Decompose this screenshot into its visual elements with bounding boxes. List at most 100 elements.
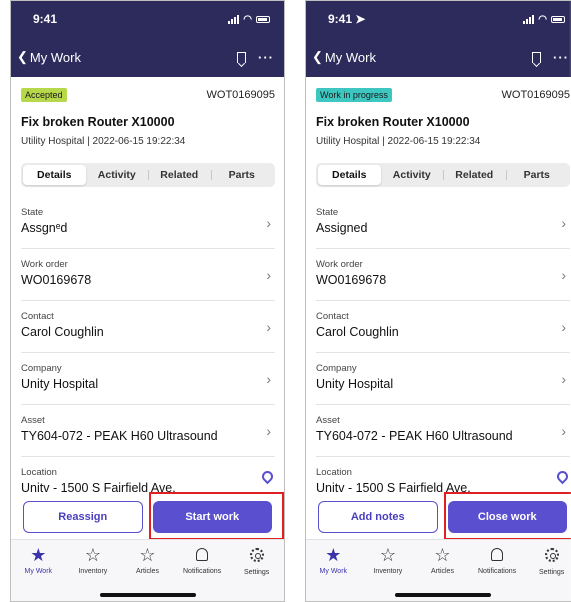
tab-related[interactable]: Related [148,165,211,185]
field-contact[interactable]: Contact Carol Coughlin › [21,301,275,353]
home-indicator [99,593,196,597]
status-row: Work in progress WOT0169095 [316,87,570,103]
back-label: My Work [29,49,81,65]
work-order-number: WOT0169095 [206,89,275,101]
back-button[interactable]: ❮ My Work [17,49,81,65]
page-title: Fix broken Router X10000 [316,115,470,129]
star-filled-icon: ★ [325,545,342,565]
tabbar-label: Articles [136,568,159,575]
start-work-button[interactable]: Start work [152,501,272,533]
field-contact[interactable]: Contact Carol Coughlin › [316,301,570,353]
chevron-left-icon: ❮ [312,49,323,64]
field-company[interactable]: Company Unity Hospital › [316,353,570,405]
field-state[interactable]: State Assgnᵉd › [21,197,275,249]
nav-bar: ❮ My Work ··· [306,37,571,77]
tabbar-item-settings[interactable]: Settings [229,540,284,601]
chevron-right-icon: › [266,215,271,231]
chevron-right-icon: › [266,267,271,283]
chevron-right-icon: › [561,215,566,231]
detail-content: Work in progress WOT0169095 Fix broken R… [306,77,571,509]
status-badge: Work in progress [316,88,392,102]
status-badge: Accepted [21,88,67,102]
bookmark-icon[interactable] [532,51,541,63]
chevron-right-icon: › [561,319,566,335]
field-label: Work order [316,259,363,270]
tabbar-label: Articles [431,568,454,575]
field-label: State [316,207,339,218]
action-bar: Reassign Start work [11,495,284,539]
bottom-tab-bar: ★ My Work ☆ Inventory ☆ Articles Notific… [11,539,284,601]
tabbar-item-my-work[interactable]: ★ My Work [306,540,361,601]
field-value: Carol Coughlin [21,325,104,339]
tabbar-label: Settings [539,569,565,576]
field-list: State Assigned › Work order WO0169678 › … [316,197,571,509]
app-header: 9:41 ➤ ◠ ❮ My Work ··· [306,1,571,77]
close-work-button[interactable]: Close work [447,501,567,533]
field-state[interactable]: State Assigned › [316,197,570,249]
tab-details[interactable]: Details [318,165,381,185]
star-outline-icon: ☆ [434,545,451,565]
tab-activity[interactable]: Activity [381,165,444,185]
field-value: Assgnᵉd [21,221,68,235]
field-value: Unitv - 1500 S Fairfield Ave. [316,481,471,495]
field-value: Carol Coughlin [316,325,399,339]
chevron-right-icon: › [266,423,271,439]
tabbar-label: Settings [244,569,270,576]
field-label: Work order [21,259,68,270]
field-list: State Assgnᵉd › Work order WO0169678 › C… [21,197,276,509]
field-company[interactable]: Company Unity Hospital › [21,353,275,405]
field-asset[interactable]: Asset TY604-072 - PEAK H60 Ultrasound › [316,405,570,457]
bookmark-icon[interactable] [237,51,246,63]
star-outline-icon: ☆ [139,545,156,565]
location-arrow-icon: ➤ [355,12,366,26]
signal-icon [523,14,535,24]
add-notes-button[interactable]: Add notes [318,501,438,533]
stage: 9:41 ◠ ❮ My Work ··· Accepted WOT0169095… [0,0,571,602]
chevron-right-icon: › [266,319,271,335]
field-value: WO0169678 [316,273,387,287]
page-subtitle: Utility Hospital | 2022-06-15 19:22:34 [316,136,481,147]
page-subtitle: Utility Hospital | 2022-06-15 19:22:34 [21,136,186,147]
tab-activity[interactable]: Activity [86,165,149,185]
app-header: 9:41 ◠ ❮ My Work ··· [11,1,284,77]
back-label: My Work [324,49,376,65]
action-bar: Add notes Close work [306,495,571,539]
tabbar-item-settings[interactable]: Settings [524,540,571,601]
field-label: Contact [316,311,349,322]
tabbar-label: My Work [24,568,53,575]
field-asset[interactable]: Asset TY604-072 - PEAK H60 Ultrasound › [21,405,275,457]
back-button[interactable]: ❮ My Work [312,49,376,65]
status-row: Accepted WOT0169095 [21,87,275,103]
field-label: Company [316,363,357,374]
reassign-button[interactable]: Reassign [23,501,143,533]
status-icons: ◠ [523,14,565,25]
segmented-tabs: Details Activity Related Parts [21,163,275,187]
gear-icon [544,548,559,562]
field-label: State [21,207,44,218]
wifi-icon: ◠ [243,13,252,25]
tab-parts[interactable]: Parts [505,165,569,185]
field-work-order[interactable]: Work order WO0169678 › [21,249,275,301]
star-filled-icon: ★ [30,545,47,565]
nav-bar: ❮ My Work ··· [11,37,284,77]
field-label: Asset [316,415,340,426]
tab-details[interactable]: Details [23,165,86,185]
field-value: Unitv - 1500 S Fairfield Ave. [21,481,176,495]
chevron-right-icon: › [266,371,271,387]
page-title: Fix broken Router X10000 [21,115,175,129]
chevron-right-icon: › [561,371,566,387]
status-bar: 9:41 ➤ ◠ [306,1,571,37]
field-work-order[interactable]: Work order WO0169678 › [316,249,570,301]
field-label: Location [21,467,57,478]
detail-content: Accepted WOT0169095 Fix broken Router X1… [11,77,284,509]
more-icon[interactable]: ··· [553,50,569,65]
segmented-tabs: Details Activity Related Parts [316,163,570,187]
phone-screen-accepted: 9:41 ◠ ❮ My Work ··· Accepted WOT0169095… [10,0,285,602]
tab-parts[interactable]: Parts [210,165,274,185]
home-indicator [394,593,491,597]
more-icon[interactable]: ··· [258,50,274,65]
field-label: Location [316,467,352,478]
field-label: Contact [21,311,54,322]
tab-related[interactable]: Related [443,165,506,185]
tabbar-item-my-work[interactable]: ★ My Work [11,540,66,601]
